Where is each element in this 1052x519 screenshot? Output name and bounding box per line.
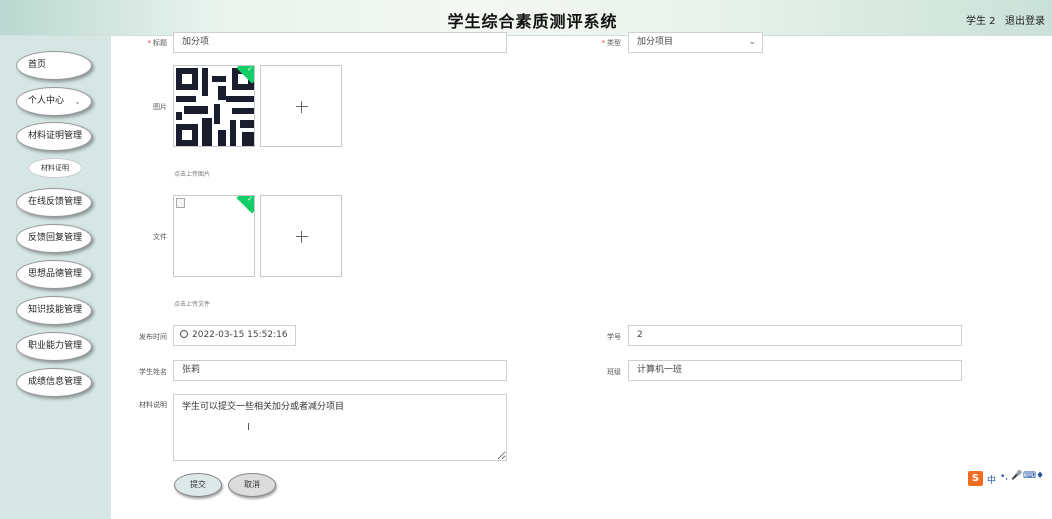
student-name-label: 学生姓名 (139, 368, 167, 376)
cancel-button[interactable]: 取消 (228, 473, 276, 497)
title-label-text: 标题 (153, 39, 167, 47)
sidebar-item-career-ability-mgmt[interactable]: 职业能力管理 (16, 332, 92, 361)
description-label: 材料说明 (139, 401, 167, 409)
check-icon: ✓ (247, 195, 253, 203)
sidebar-item-grades-info-mgmt[interactable]: 成绩信息管理 (16, 368, 92, 397)
category-selected-value: 加分项目 (637, 37, 674, 47)
skin-icon[interactable]: ♦ (1036, 471, 1044, 481)
required-mark: * (147, 39, 152, 47)
sidebar-item-home[interactable]: 首页 (16, 51, 92, 80)
description-textarea[interactable]: 学生可以提交一些相关加分或者减分项目 (173, 394, 507, 461)
sidebar-item-label: 材料证明管理 (28, 131, 83, 141)
student-id-label: 学号 (607, 333, 621, 341)
qr-code-image (174, 66, 254, 146)
student-id-input[interactable]: 2 (628, 325, 962, 346)
microphone-icon[interactable]: 🎤 (1011, 471, 1022, 481)
sidebar-item-label: 成绩信息管理 (28, 377, 83, 387)
sidebar-item-morality-mgmt[interactable]: 思想品德管理 (16, 260, 92, 289)
publish-time-picker[interactable]: 2022-03-15 15:52:16 (173, 325, 296, 346)
ime-toolbar[interactable]: S 中 •, 🎤 ⌨ ♦ (966, 470, 1052, 488)
header-bar: 学生综合素质测评系统 学生 2 退出登录 (0, 0, 1052, 36)
ime-language-toggle[interactable]: 中 (987, 473, 996, 486)
sidebar-item-label: 思想品德管理 (28, 269, 83, 279)
uploaded-file-thumbnail[interactable]: ✓ (173, 195, 255, 277)
required-mark: * (601, 39, 606, 47)
sidebar-item-feedback-reply-mgmt[interactable]: 反馈回复管理 (16, 224, 92, 253)
sidebar-item-label: 首页 (28, 60, 47, 70)
check-icon: ✓ (247, 65, 253, 73)
logout-link[interactable]: 退出登录 (1005, 12, 1045, 27)
sidebar: 首页 个人中心 ⌄ 材料证明管理 材料证明 在线反馈管理 反馈回复管理 思想品德管… (0, 36, 111, 519)
file-upload-button[interactable] (260, 195, 342, 277)
image-upload-button[interactable] (260, 65, 342, 147)
sidebar-item-label: 材料证明 (41, 164, 69, 172)
file-upload-hint: 点击上传文件 (174, 301, 211, 308)
chevron-down-icon: ⌄ (748, 37, 756, 47)
clock-icon (180, 330, 188, 338)
category-select[interactable]: 加分项目 ⌄ (628, 32, 763, 53)
sidebar-item-label: 个人中心 (28, 96, 65, 106)
category-label-text: 类型 (607, 39, 621, 47)
plus-icon (301, 101, 302, 113)
plus-icon (301, 231, 302, 243)
keyboard-icon[interactable]: ⌨ (1023, 471, 1036, 481)
sidebar-item-label: 知识技能管理 (28, 305, 83, 315)
class-input[interactable]: 计算机一班 (628, 360, 962, 381)
submit-button[interactable]: 提交 (174, 473, 222, 497)
file-label: 文件 (153, 233, 167, 241)
class-label: 班级 (607, 368, 621, 376)
sidebar-item-online-feedback-mgmt[interactable]: 在线反馈管理 (16, 188, 92, 217)
sidebar-item-label: 在线反馈管理 (28, 197, 83, 207)
plus-icon (296, 106, 308, 107)
title-label: * 标题 (107, 38, 168, 48)
student-name-input[interactable]: 张莉 (173, 360, 507, 381)
image-label: 图片 (153, 103, 167, 111)
sidebar-item-material-proof-mgmt[interactable]: 材料证明管理 (16, 122, 92, 151)
image-upload-hint: 点击上传图片 (174, 171, 211, 178)
sidebar-item-knowledge-skills-mgmt[interactable]: 知识技能管理 (16, 296, 92, 325)
title-input[interactable]: 加分项 (173, 32, 507, 53)
publish-time-label: 发布时间 (139, 333, 167, 341)
uploaded-image-thumbnail[interactable]: ✓ (173, 65, 255, 147)
plus-icon (296, 236, 308, 237)
sidebar-item-label: 反馈回复管理 (28, 233, 83, 243)
chevron-down-icon: ⌄ (74, 97, 81, 106)
punctuation-icon[interactable]: •, (1000, 472, 1008, 482)
page-title: 学生综合素质测评系统 (447, 12, 618, 31)
sogou-logo-icon[interactable]: S (968, 471, 983, 486)
broken-image-icon (176, 198, 185, 208)
text-cursor-icon: I (247, 422, 250, 433)
sidebar-item-personal-center[interactable]: 个人中心 ⌄ (16, 87, 92, 116)
publish-time-value: 2022-03-15 15:52:16 (192, 330, 288, 340)
sidebar-subitem-material-proof[interactable]: 材料证明 (28, 158, 82, 178)
sidebar-item-label: 职业能力管理 (28, 341, 83, 351)
current-user: 学生 2 (966, 16, 996, 27)
category-label: * 类型 (561, 38, 622, 48)
